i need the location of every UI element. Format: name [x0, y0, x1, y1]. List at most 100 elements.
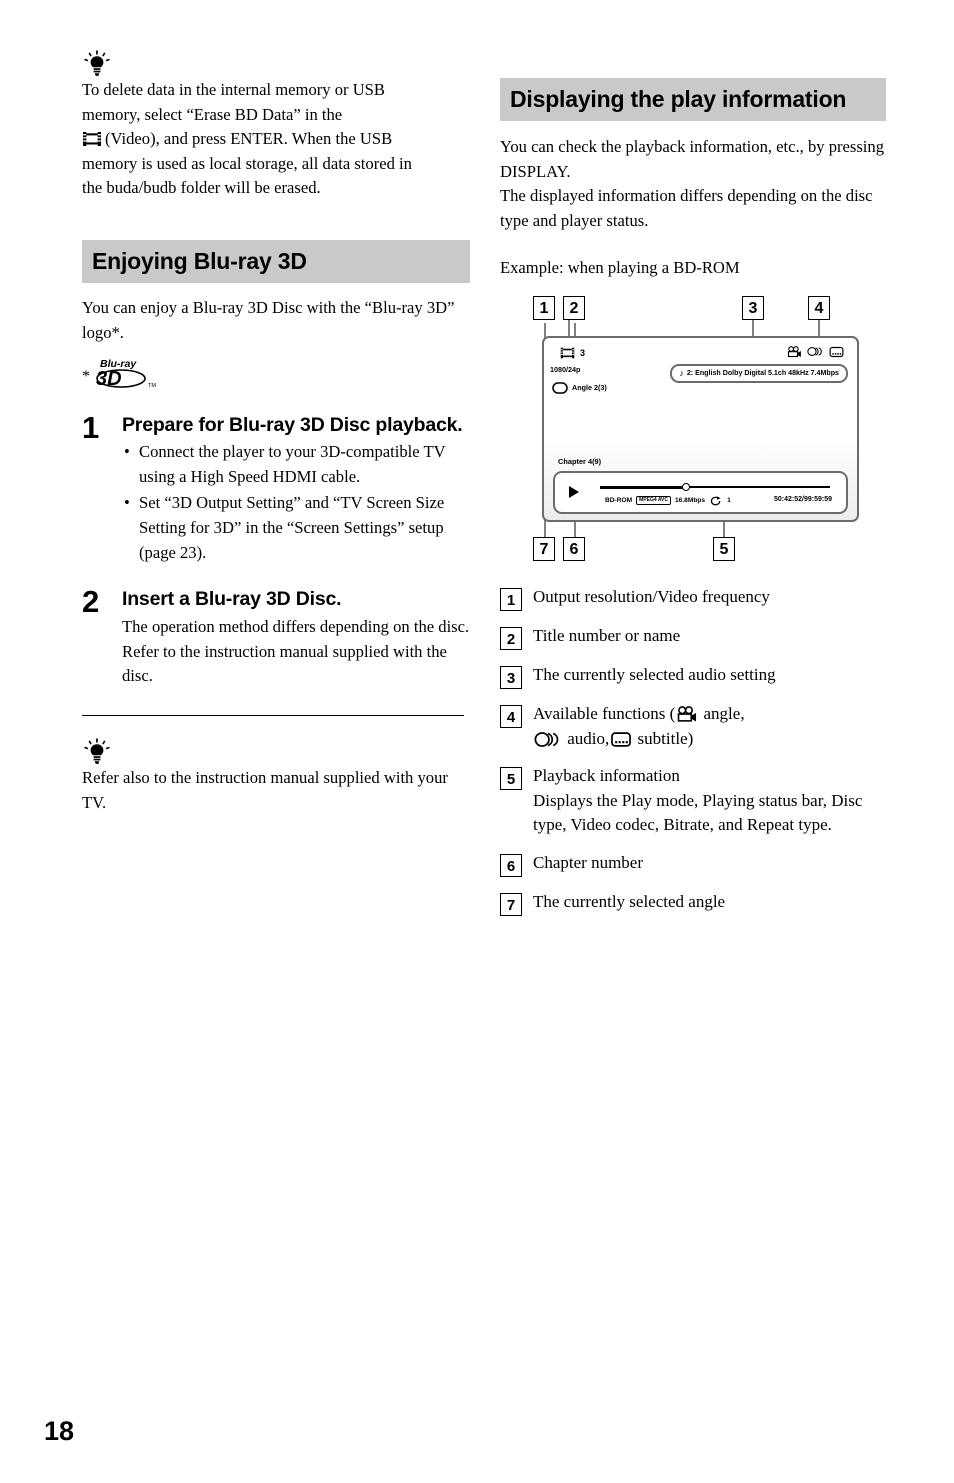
legend-item-6: 6 Chapter number: [500, 851, 886, 877]
callout-legend-list: 1 Output resolution/Video frequency 2 Ti…: [500, 585, 886, 916]
blu-ray-3d-logo-block: * Blu-ray 3D TM: [82, 355, 470, 391]
legend-item-2: 2 Title number or name: [500, 624, 886, 650]
subtitle-icon: [829, 346, 844, 358]
section-heading-displaying-play-information: Displaying the play information: [500, 78, 886, 121]
osd-playback-bar: BD-ROM MPEG4 AVC 16.8Mbps 1 50:42:52/99:…: [553, 470, 848, 514]
legend-text-6: Chapter number: [533, 852, 643, 872]
manual-page: To delete data in the internal memory or…: [0, 0, 954, 1483]
section-intro-text: You can enjoy a Blu-ray 3D Disc with the…: [82, 297, 455, 342]
legend-item-4: 4 Available functions ( angle, audio, su…: [500, 702, 886, 751]
left-column: To delete data in the internal memory or…: [82, 50, 470, 815]
legend-number-5: 5: [500, 767, 522, 791]
osd-video-codec: MPEG4 AVC: [636, 496, 672, 506]
progress-fill: [600, 485, 686, 489]
legend-4-subtitle-label: subtitle): [633, 728, 694, 748]
step-2: 2 Insert a Blu-ray 3D Disc. The operatio…: [82, 584, 470, 689]
title-film-icon: [560, 347, 575, 359]
legend-item-1: 1 Output resolution/Video frequency: [500, 585, 886, 611]
legend-number-6: 6: [500, 853, 522, 877]
subtitle-icon-legend: [611, 731, 632, 747]
callout-7: 7: [533, 536, 555, 561]
legend-item-5: 5 Playback information Displays the Play…: [500, 764, 886, 838]
legend-text-5: Playback information: [533, 766, 680, 786]
tip-1-line-4: memory is used as local storage, all dat…: [82, 153, 412, 173]
callout-1: 1: [533, 295, 555, 320]
step-2-title: Insert a Blu-ray 3D Disc.: [122, 588, 342, 611]
legend-text-1: Output resolution/Video frequency: [533, 586, 770, 606]
legend-4-angle-label: angle,: [699, 703, 745, 723]
angle-icon-legend: [677, 706, 697, 722]
tip-block-1: To delete data in the internal memory or…: [82, 50, 470, 201]
tip-1-line-1: To delete data in the internal memory or…: [82, 80, 385, 99]
tip-bulb-icon-2: [84, 738, 110, 764]
callout-2: 2: [563, 295, 585, 320]
tip-1-text: To delete data in the internal memory or…: [82, 78, 470, 201]
legend-subtext-5: Displays the Play mode, Playing status b…: [533, 790, 863, 835]
callout-5: 5: [713, 536, 735, 561]
legend-4-prefix: Available functions (: [533, 703, 676, 723]
osd-audio-setting-bubble: ♪ 2: English Dolby Digital 5.1ch 48kHz 7…: [670, 363, 848, 383]
legend-4-audio-label: audio,: [563, 728, 610, 748]
footnote-marker: *: [82, 368, 90, 386]
legend-number-7: 7: [500, 892, 522, 916]
osd-available-function-icons: [787, 346, 844, 358]
step-1-title: Prepare for Blu-ray 3D Disc playback.: [122, 414, 463, 437]
osd-audio-setting-text: 2: English Dolby Digital 5.1ch 48kHz 7.4…: [686, 369, 839, 378]
osd-time: 50:42:52/99:59:59: [774, 495, 832, 503]
step-1: 1 Prepare for Blu-ray 3D Disc playback. …: [82, 410, 470, 565]
osd-screen: 3 1080/24p Angle 2(3) ♪ 2: English Dolby…: [542, 335, 859, 522]
osd-title-number: 3: [580, 347, 586, 358]
legend-text-7: The currently selected angle: [533, 891, 726, 911]
right-column: Displaying the play information You can …: [500, 78, 886, 916]
angle-icon: [787, 346, 801, 358]
osd-chapter-text: Chapter 4(9): [558, 456, 602, 466]
osd-angle-text: Angle 2(3): [572, 382, 607, 392]
tip-1-line-5: the buda/budb folder will be erased.: [82, 178, 321, 198]
example-caption: Example: when playing a BD-ROM: [500, 258, 740, 278]
tip-1-line-3: (Video), and press ENTER. When the USB: [105, 129, 393, 149]
osd-repeat-type: 1: [727, 497, 731, 505]
tip-1-line-2: memory, select “Erase BD Data” in the: [82, 104, 343, 124]
progress-knob: [682, 482, 690, 491]
osd-bar-metadata: BD-ROM MPEG4 AVC 16.8Mbps 1: [605, 496, 731, 506]
video-film-icon: [82, 131, 102, 148]
step-2-text: The operation method differs depending o…: [122, 617, 470, 686]
callout-3: 3: [742, 295, 764, 320]
legend-text-2: Title number or name: [533, 625, 681, 645]
blu-ray-3d-logo-icon: Blu-ray 3D TM: [96, 358, 156, 390]
osd-output-resolution: 1080/24p: [550, 364, 581, 374]
osd-disc-type: BD-ROM: [605, 497, 633, 505]
svg-text:TM: TM: [148, 383, 156, 389]
legend-item-3: 3 The currently selected audio setting: [500, 663, 886, 689]
step-1-bullet-1: Connect the player to your 3D-compatible…: [122, 440, 470, 489]
audio-icon-legend: [534, 731, 559, 747]
step-1-bullets: Connect the player to your 3D-compatible…: [122, 440, 470, 565]
legend-text-4: Available functions ( angle, audio, subt…: [533, 702, 886, 751]
callout-6: 6: [563, 536, 585, 561]
osd-angle-icon: [552, 382, 568, 394]
step-1-number: 1: [82, 410, 100, 446]
legend-number-2: 2: [500, 626, 522, 650]
legend-text-3: The currently selected audio setting: [533, 664, 776, 684]
audio-icon: [807, 347, 822, 357]
section-heading-enjoying-blu-ray-3d: Enjoying Blu-ray 3D: [82, 239, 470, 283]
legend-number-4: 4: [500, 704, 522, 728]
legend-number-3: 3: [500, 665, 522, 689]
page-number: 18: [44, 1416, 75, 1446]
horizontal-divider: [82, 714, 464, 716]
tip-bulb-icon: [84, 50, 110, 76]
legend-item-7: 7 The currently selected angle: [500, 890, 886, 916]
right-intro-1: You can check the playback information, …: [500, 137, 885, 181]
legend-number-1: 1: [500, 587, 522, 611]
step-1-bullet-2: Set “3D Output Setting” and “TV Screen S…: [122, 491, 470, 565]
osd-bitrate: 16.8Mbps: [675, 497, 706, 505]
osd-example-diagram: 1 2 3 4 7 6 5 3 1080/24p Angle 2(3) ♪ 2:…: [500, 295, 886, 563]
tip-2-text: Refer also to the instruction manual sup…: [82, 767, 448, 812]
play-mode-icon: [569, 485, 579, 498]
right-intro-2: The displayed information differs depend…: [500, 186, 873, 230]
repeat-icon: [710, 496, 721, 506]
step-2-number: 2: [82, 584, 100, 620]
music-note-icon: ♪: [679, 367, 684, 378]
tip-block-2: Refer also to the instruction manual sup…: [82, 738, 470, 815]
callout-4: 4: [808, 295, 830, 320]
